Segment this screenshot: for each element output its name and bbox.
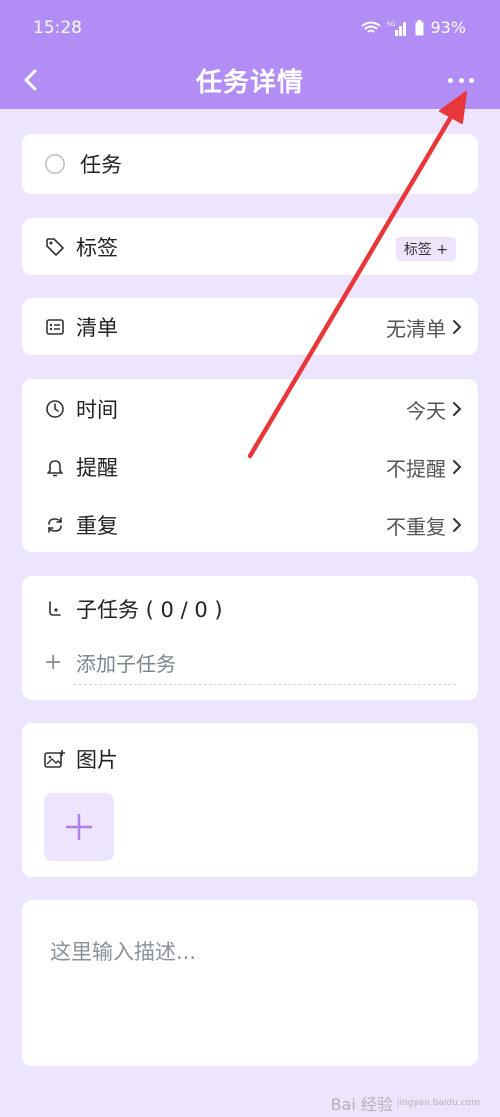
svg-text:5G: 5G: [387, 21, 396, 28]
repeat-label: 重复: [76, 514, 118, 538]
page-title: 任务详情: [195, 68, 304, 98]
description-input[interactable]: 这里输入描述...: [50, 936, 196, 966]
list-card: 清单 无清单: [22, 298, 478, 355]
status-icons: 5G 93%: [361, 18, 466, 37]
image-icon: [44, 748, 66, 770]
add-tag-button[interactable]: 标签 +: [395, 237, 456, 261]
watermark: Bai 经验 jingyan.baidu.com: [331, 1091, 480, 1115]
task-card: 任务: [22, 134, 478, 194]
reminder-label: 提醒: [76, 456, 118, 480]
images-title: 图片: [76, 748, 118, 772]
repeat-row[interactable]: 重复 不重复: [22, 505, 478, 545]
signal-icon: 5G: [387, 21, 407, 36]
watermark-text: Bai 经验: [330, 1095, 393, 1114]
time-label: 时间: [76, 398, 118, 422]
plus-icon: [66, 814, 92, 840]
subtasks-title: 子任务 ( 0 / 0 ): [76, 598, 223, 622]
list-icon: [44, 316, 66, 338]
subtasks-card: 子任务 ( 0 / 0 ) + 添加子任务: [22, 576, 478, 700]
list-value: 无清单: [386, 316, 446, 341]
add-subtask-label: 添加子任务: [76, 652, 176, 676]
time-row[interactable]: 时间 今天: [22, 389, 478, 429]
battery-percent: 93%: [430, 18, 466, 37]
status-time: 15:28: [33, 18, 82, 38]
app-header: 15:28 5G 93% 任务详情: [0, 0, 500, 109]
task-row[interactable]: 任务: [22, 144, 478, 184]
chevron-right-icon: [452, 458, 464, 476]
more-dot-icon: [469, 77, 474, 83]
tags-label: 标签: [76, 236, 118, 260]
reminder-row[interactable]: 提醒 不提醒: [22, 447, 478, 487]
list-row[interactable]: 清单 无清单: [22, 307, 478, 347]
bell-icon: [44, 456, 66, 478]
chevron-right-icon: [452, 318, 464, 336]
tags-card: 标签 标签 +: [22, 218, 478, 275]
more-dot-icon: [448, 77, 453, 83]
images-header: 图片: [22, 739, 478, 779]
more-dot-icon: [458, 77, 464, 83]
wifi-icon: [361, 21, 382, 33]
schedule-card: 时间 今天 提醒 不提醒 重复 不重复: [22, 379, 478, 552]
complete-checkbox[interactable]: [44, 153, 66, 175]
task-name[interactable]: 任务: [80, 149, 122, 179]
repeat-value: 不重复: [386, 514, 446, 539]
more-options-button[interactable]: [448, 70, 474, 90]
reminder-value: 不提醒: [386, 456, 446, 481]
add-image-button[interactable]: [44, 793, 114, 861]
circle-icon: [44, 153, 66, 175]
description-card[interactable]: 这里输入描述...: [22, 900, 478, 1066]
watermark-url: jingyan.baidu.com: [396, 1098, 480, 1108]
add-subtask-button[interactable]: + 添加子任务: [44, 648, 176, 677]
tag-icon: [44, 236, 66, 258]
divider: [74, 684, 456, 685]
plus-icon: +: [44, 650, 63, 675]
time-value: 今天: [406, 398, 446, 423]
battery-icon: [415, 19, 424, 35]
chevron-right-icon: [452, 516, 464, 534]
chevron-right-icon: [452, 400, 464, 418]
repeat-icon: [44, 514, 66, 536]
clock-icon: [44, 398, 66, 420]
subtasks-header: 子任务 ( 0 / 0 ): [22, 589, 478, 629]
subtask-tree-icon: [44, 598, 66, 620]
list-label: 清单: [76, 316, 118, 340]
images-card: 图片: [22, 723, 478, 877]
